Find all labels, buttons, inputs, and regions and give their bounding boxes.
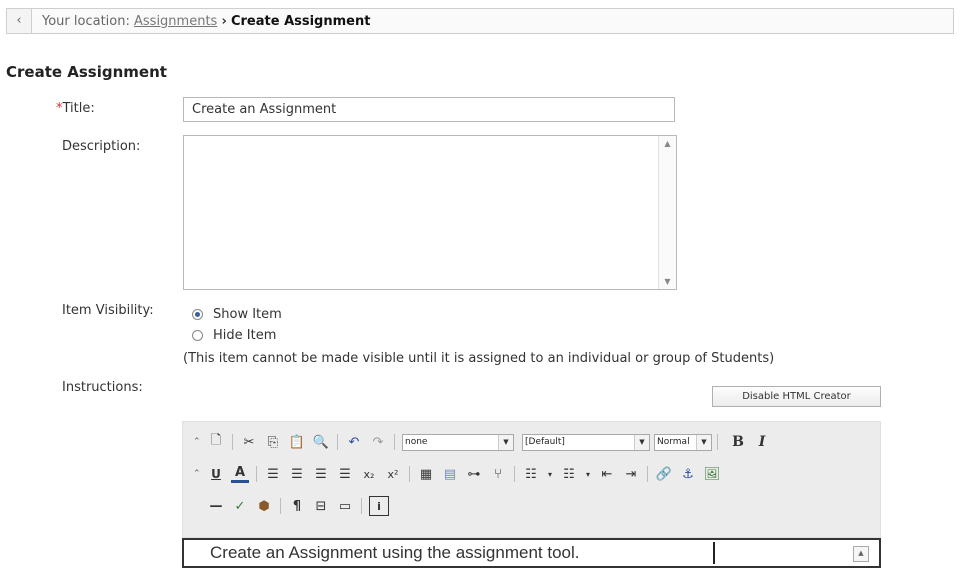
hide-item-radio[interactable] <box>192 330 203 341</box>
anchor-icon[interactable]: ⚓ <box>679 465 697 483</box>
show-item-label: Show Item <box>213 307 282 322</box>
toolbar-separator <box>647 466 648 482</box>
align-left-icon[interactable]: ☰ <box>264 465 282 483</box>
toolbar-separator <box>232 434 233 450</box>
description-textarea[interactable]: ▲ ▼ <box>183 135 677 290</box>
size-select[interactable]: Normal ▼ <box>654 433 712 451</box>
chevron-down-icon[interactable]: ▼ <box>696 434 711 450</box>
list-dropdown-icon[interactable]: ▾ <box>584 465 592 483</box>
editor-toolbar: ⌃ 🗋 ✂ ⎘ 📋 🔍 ↶ ↷ none ▼ [Default] ▼ Norma… <box>182 421 881 538</box>
collapse-left-icon[interactable]: ‹ <box>7 9 32 33</box>
instructions-label: Instructions: <box>62 380 143 395</box>
text-caret <box>713 542 715 564</box>
style-select-value: none <box>405 436 428 447</box>
redo-icon[interactable]: ↷ <box>369 433 387 451</box>
toolbar-separator <box>717 434 718 450</box>
toolbar-collapse-icon[interactable]: ⌃ <box>193 437 203 447</box>
scroll-down-icon[interactable]: ▼ <box>659 277 676 286</box>
split-cell-icon[interactable]: ⊶ <box>465 465 483 483</box>
underline-icon[interactable]: U <box>207 465 225 483</box>
bold-button[interactable]: B <box>729 433 747 451</box>
undo-icon[interactable]: ↶ <box>345 433 363 451</box>
plugin-icon[interactable]: ⬢ <box>255 497 273 515</box>
italic-button[interactable]: I <box>753 433 771 451</box>
link-icon[interactable]: 🔗 <box>655 465 673 483</box>
title-label-text: Title: <box>62 101 95 116</box>
breadcrumb: Your location: Assignments › Create Assi… <box>42 14 370 29</box>
editor-content: Create an Assignment using the assignmen… <box>210 543 580 562</box>
font-select[interactable]: [Default] ▼ <box>522 433 650 451</box>
breadcrumb-link-assignments[interactable]: Assignments <box>134 14 217 29</box>
toolbar-separator <box>361 498 362 514</box>
toolbar-separator <box>514 466 515 482</box>
copy-icon[interactable]: ⎘ <box>264 433 282 451</box>
style-select[interactable]: none ▼ <box>402 433 514 451</box>
fullscreen-icon[interactable]: ▭ <box>336 497 354 515</box>
source-code-icon[interactable]: ⊟ <box>312 497 330 515</box>
breadcrumb-separator: › <box>221 14 227 29</box>
paste-icon[interactable]: 📋 <box>288 433 306 451</box>
list-dropdown-icon[interactable]: ▾ <box>546 465 554 483</box>
insert-row-icon[interactable]: ▤ <box>441 465 459 483</box>
scroll-up-icon[interactable]: ▲ <box>853 546 869 562</box>
toolbar-separator <box>337 434 338 450</box>
show-item-radio[interactable] <box>192 309 203 320</box>
paragraph-icon[interactable]: ¶ <box>288 497 306 515</box>
info-icon[interactable]: i <box>369 496 389 516</box>
cut-icon[interactable]: ✂ <box>240 433 258 451</box>
horizontal-rule-icon[interactable]: — <box>207 497 225 515</box>
indent-icon[interactable]: ⇥ <box>622 465 640 483</box>
toolbar-collapse-icon[interactable]: ⌃ <box>193 469 203 479</box>
merge-cell-icon[interactable]: ⑂ <box>489 465 507 483</box>
toolbar-row-3: — ✓ ⬢ ¶ ⊟ ▭ i <box>207 495 395 517</box>
size-select-value: Normal <box>657 436 690 447</box>
numbered-list-icon[interactable]: ☷ <box>560 465 578 483</box>
title-input[interactable] <box>183 97 675 122</box>
superscript-icon[interactable]: x² <box>384 465 402 483</box>
chevron-down-icon[interactable]: ▼ <box>634 434 649 450</box>
location-bar: ‹ Your location: Assignments › Create As… <box>6 8 954 34</box>
description-label: Description: <box>62 139 141 154</box>
hide-item-label: Hide Item <box>213 328 277 343</box>
chevron-down-icon[interactable]: ▼ <box>498 434 513 450</box>
table-icon[interactable]: ▦ <box>417 465 435 483</box>
new-document-icon[interactable]: 🗋 <box>207 433 225 451</box>
toolbar-separator <box>280 498 281 514</box>
toolbar-row-1: ⌃ 🗋 ✂ ⎘ 📋 🔍 ↶ ↷ none ▼ [Default] ▼ Norma… <box>193 431 777 453</box>
title-label: *Title: <box>56 101 95 116</box>
toolbar-separator <box>394 434 395 450</box>
toolbar-separator <box>256 466 257 482</box>
scroll-up-icon[interactable]: ▲ <box>659 139 676 148</box>
toolbar-row-2: ⌃ U A ☰ ☰ ☰ ☰ x₂ x² ▦ ▤ ⊶ ⑂ ☷ ▾ ☷ ▾ ⇤ ⇥ … <box>193 463 727 485</box>
visibility-label: Item Visibility: <box>62 303 154 318</box>
visibility-note: (This item cannot be made visible until … <box>183 351 775 366</box>
hide-item-option[interactable]: Hide Item <box>192 328 276 343</box>
align-center-icon[interactable]: ☰ <box>288 465 306 483</box>
justify-icon[interactable]: ☰ <box>336 465 354 483</box>
page-title: Create Assignment <box>6 63 167 81</box>
description-scrollbar[interactable]: ▲ ▼ <box>658 136 676 289</box>
toolbar-separator <box>409 466 410 482</box>
disable-html-creator-button[interactable]: Disable HTML Creator <box>712 386 881 407</box>
spellcheck-icon[interactable]: ✓ <box>231 497 249 515</box>
outdent-icon[interactable]: ⇤ <box>598 465 616 483</box>
subscript-icon[interactable]: x₂ <box>360 465 378 483</box>
breadcrumb-prefix: Your location: <box>42 14 130 29</box>
image-icon[interactable]: 🖼 <box>703 465 721 483</box>
bulleted-list-icon[interactable]: ☷ <box>522 465 540 483</box>
text-color-icon[interactable]: A <box>231 465 249 483</box>
align-right-icon[interactable]: ☰ <box>312 465 330 483</box>
find-icon[interactable]: 🔍 <box>312 433 330 451</box>
font-select-value: [Default] <box>525 436 565 447</box>
show-item-option[interactable]: Show Item <box>192 307 282 322</box>
breadcrumb-current: Create Assignment <box>230 14 371 29</box>
